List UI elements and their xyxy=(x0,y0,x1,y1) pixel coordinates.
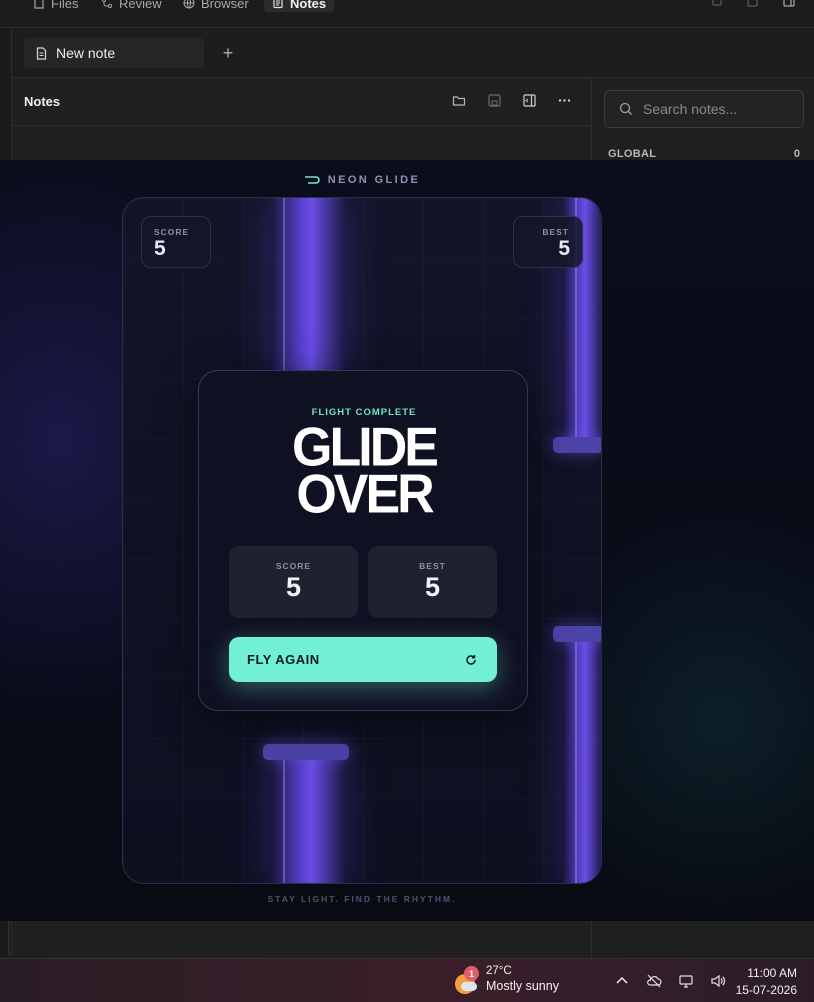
game-over-panel: FLIGHT COMPLETE GLIDE OVER SCORE 5 BEST … xyxy=(198,370,528,711)
weather-text: 27°C Mostly sunny xyxy=(486,965,559,993)
window-actions xyxy=(710,0,796,8)
notes-toolbar xyxy=(452,93,572,108)
panel-toggle-icon[interactable] xyxy=(782,0,796,8)
best-score-label: BEST xyxy=(419,561,446,571)
hud-score: SCORE 5 xyxy=(141,216,211,268)
weather-condition: Mostly sunny xyxy=(486,979,559,993)
system-tray xyxy=(613,972,727,990)
tab-files-label: Files xyxy=(51,0,79,11)
note-tab-new-note[interactable]: New note xyxy=(24,38,204,68)
branch-icon xyxy=(101,0,113,9)
clock-time: 11:00 AM xyxy=(747,966,797,980)
network-icon[interactable] xyxy=(677,972,695,990)
folder-open-icon[interactable] xyxy=(452,93,467,108)
tab-review[interactable]: Review xyxy=(101,0,162,12)
weather-widget[interactable]: 1 27°C Mostly sunny xyxy=(452,965,559,994)
clock-date: 15-07-2026 xyxy=(735,983,797,997)
cloud-offline-icon[interactable] xyxy=(645,972,663,990)
notes-icon xyxy=(273,0,283,9)
document-icon xyxy=(36,46,47,60)
tab-notes[interactable]: Notes xyxy=(264,0,335,12)
pillar-cap xyxy=(553,437,601,453)
weather-temperature: 27°C xyxy=(486,965,512,977)
best-score-value: 5 xyxy=(424,572,441,602)
game-over-heading: GLIDE OVER xyxy=(199,420,529,526)
tab-files[interactable]: Files xyxy=(33,0,78,12)
chevron-up-icon[interactable] xyxy=(613,972,631,990)
game-canvas[interactable]: SCORE 5 BEST 5 FLIGHT COMPLETE GLIDE OVE… xyxy=(122,197,602,884)
notes-header: Notes xyxy=(12,78,592,126)
pillar-top-1 xyxy=(271,198,345,373)
final-score-card: SCORE 5 xyxy=(229,546,358,618)
pillar-bottom-1 xyxy=(271,756,345,883)
split-view-icon[interactable] xyxy=(522,93,537,108)
best-score-card: BEST 5 xyxy=(368,546,497,618)
globe-icon xyxy=(183,0,195,9)
final-score-label: SCORE xyxy=(275,561,312,571)
file-icon xyxy=(34,0,44,9)
more-icon[interactable] xyxy=(557,93,572,108)
fly-again-label: FLY AGAIN xyxy=(247,652,320,667)
hud-best-label: BEST xyxy=(542,227,569,237)
pillar-line xyxy=(283,198,285,373)
game-brand: NEON GLIDE xyxy=(0,174,724,186)
pillar-bottom-2 xyxy=(563,638,601,883)
weather-icon: 1 xyxy=(452,966,479,994)
final-score-value: 5 xyxy=(285,572,302,602)
search-input[interactable] xyxy=(643,101,793,117)
tab-browser[interactable]: Browser xyxy=(183,0,249,12)
taskbar: 1 27°C Mostly sunny 11:00 AM 15-07-2026 xyxy=(0,958,814,1002)
pillar-cap xyxy=(553,626,601,642)
hud-best-value: 5 xyxy=(558,237,570,260)
edit-icon[interactable] xyxy=(746,0,760,8)
neon-glide-game: NEON GLIDE SCORE 5 BEST 5 FLIGHT COMPLET… xyxy=(0,160,814,921)
note-tab-bar: New note + xyxy=(12,28,814,78)
hud-score-value: 5 xyxy=(154,237,166,260)
global-count: 0 xyxy=(793,148,800,160)
cloud-shape xyxy=(461,982,477,991)
desktop: Files Review Browser Notes New note + No… xyxy=(0,0,814,1002)
search-icon xyxy=(619,102,632,115)
notes-title: Notes xyxy=(24,94,61,109)
fly-again-button[interactable]: FLY AGAIN xyxy=(229,637,497,682)
tab-review-label: Review xyxy=(119,0,162,11)
game-title: NEON GLIDE xyxy=(327,174,421,186)
heading-line-2: OVER xyxy=(296,463,434,526)
tab-notes-label: Notes xyxy=(290,0,327,11)
pillar-cap xyxy=(263,744,349,760)
tab-browser-label: Browser xyxy=(201,0,249,11)
notification-badge: 1 xyxy=(464,966,479,981)
hud-score-label: SCORE xyxy=(154,227,190,237)
note-tab-label: New note xyxy=(56,45,116,61)
clock[interactable]: 11:00 AM 15-07-2026 xyxy=(736,965,797,999)
volume-icon[interactable] xyxy=(709,972,727,990)
search-box xyxy=(604,90,804,128)
save-icon[interactable] xyxy=(487,93,502,108)
brand-logo-icon xyxy=(304,176,320,184)
game-tagline: STAY LIGHT. FIND THE RHYTHM. xyxy=(267,894,457,904)
pillar-line xyxy=(575,638,577,883)
pillar-line xyxy=(283,756,285,883)
rail-divider xyxy=(8,920,10,956)
hud-best: BEST 5 xyxy=(513,216,583,268)
add-tab-button[interactable]: + xyxy=(218,42,238,64)
restart-icon xyxy=(466,654,476,665)
top-tab-bar: Files Review Browser Notes xyxy=(0,0,814,28)
copy-icon[interactable] xyxy=(710,0,724,8)
global-section-label: GLOBAL xyxy=(608,148,657,160)
